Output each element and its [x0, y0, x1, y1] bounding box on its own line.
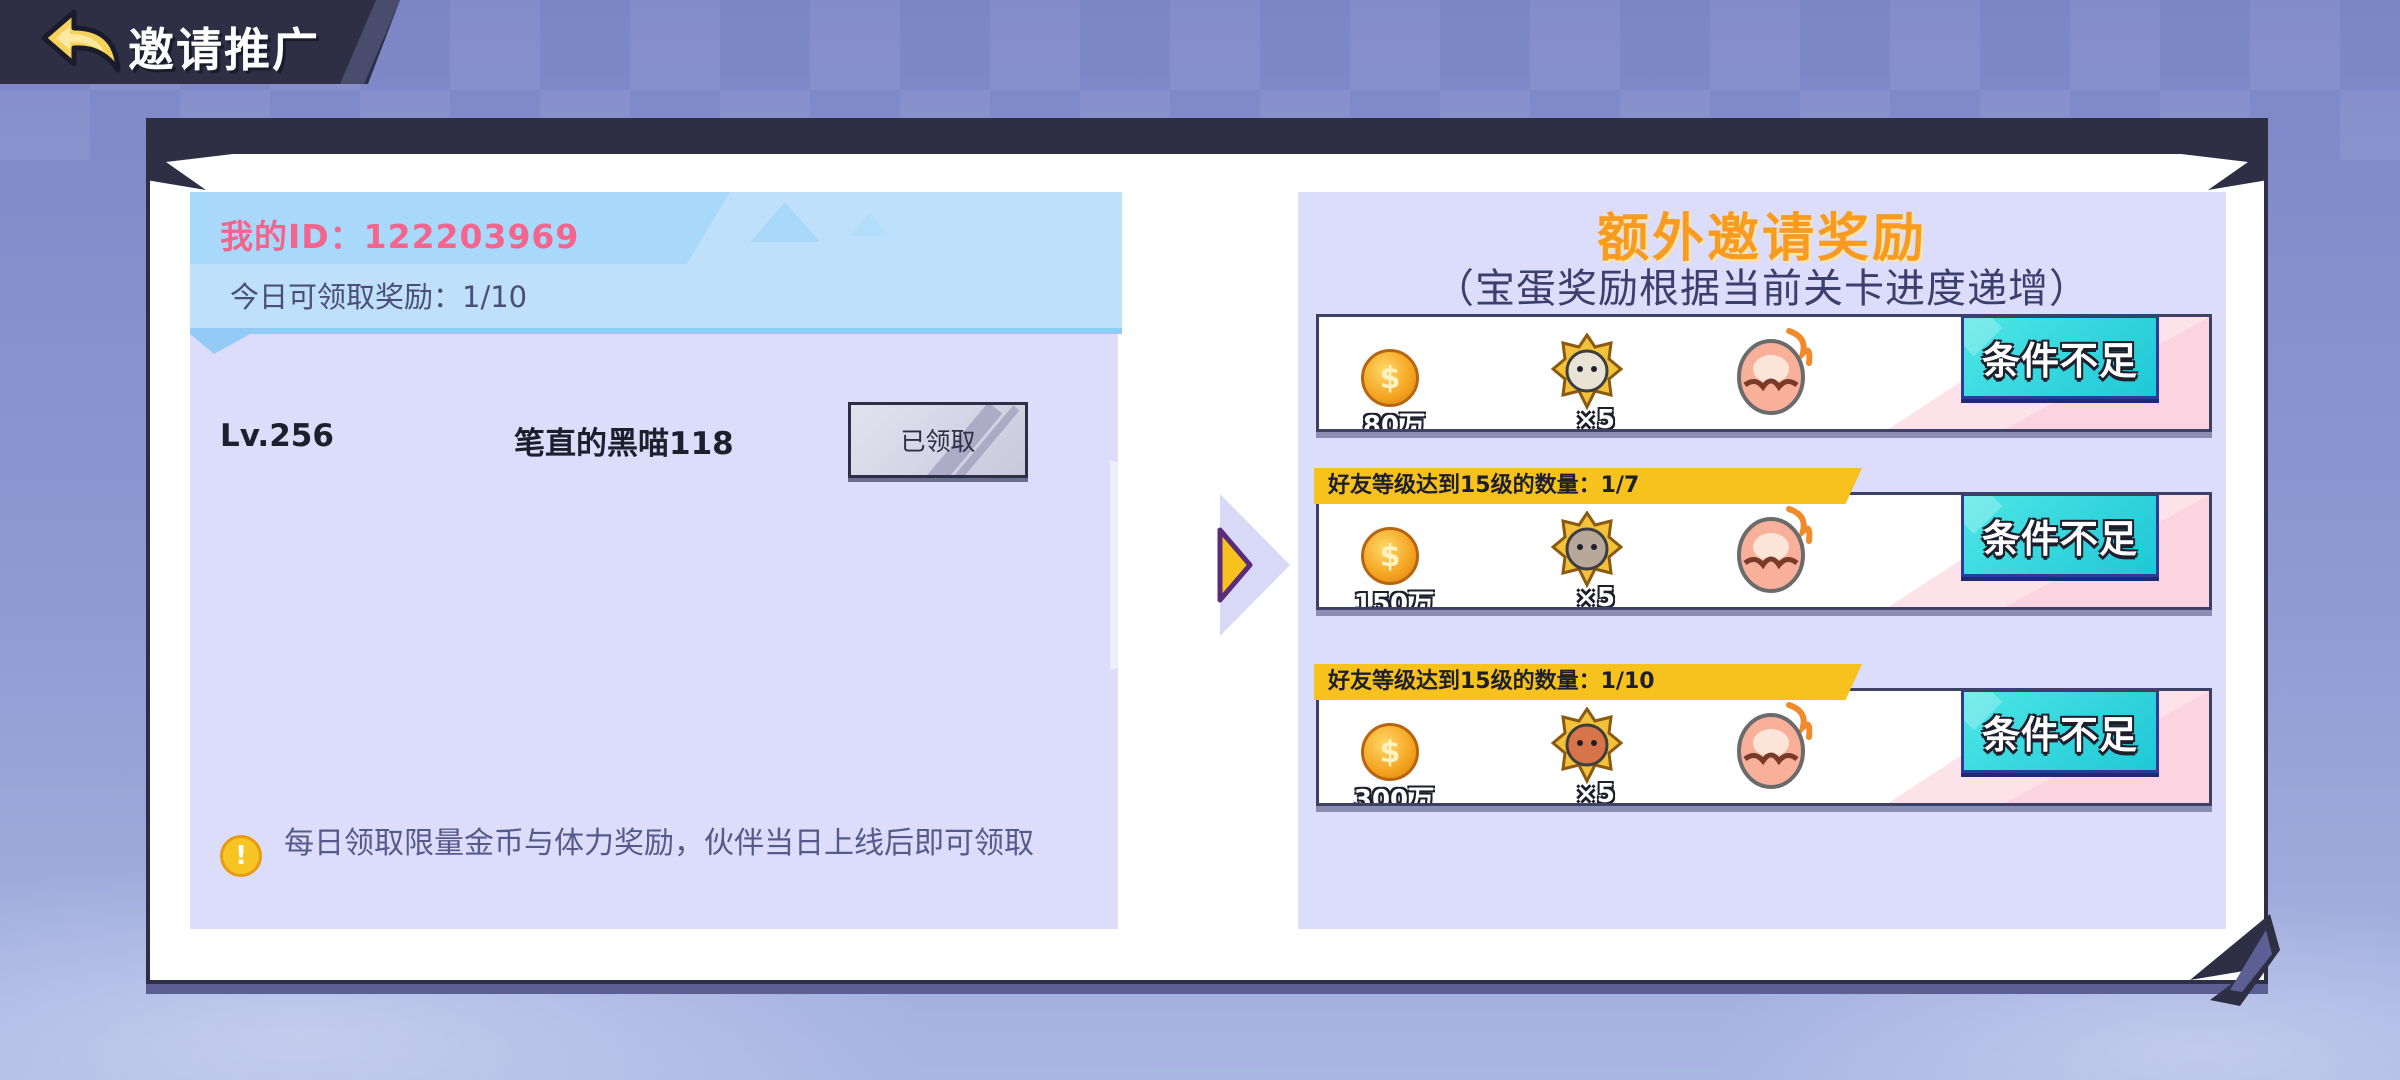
today-reward-count: 今日可领取奖励：1/10 [230, 280, 528, 314]
pet-badge-icon [1551, 707, 1623, 785]
coin-icon: $ [1361, 723, 1419, 781]
info-note: ! 每日领取限量金币与体力奖励，伙伴当日上线后即可领取 [220, 825, 1100, 877]
insufficient-condition-button[interactable]: 条件不足 [1961, 691, 2159, 773]
friend-row: Lv.256 笔直的黑喵118 已领取 [190, 402, 1118, 492]
exclamation-icon: ! [220, 835, 262, 877]
treasure-egg-icon [1737, 506, 1813, 593]
treasure-egg-icon [1737, 328, 1813, 415]
my-invites-panel: 我的ID：122203969 今日可领取奖励：1/10 Lv.256 笔直的黑喵… [190, 192, 1122, 929]
friend-level-condition: 好友等级达到15级的数量：1/7 [1314, 468, 1862, 504]
extra-rewards-panel: 额外邀请奖励 （宝蛋奖励根据当前关卡进度递增） $ 80万 ×5 条件不足 $ … [1298, 192, 2226, 929]
treasure-egg-icon [1737, 702, 1813, 789]
insufficient-condition-button[interactable]: 条件不足 [1961, 317, 2159, 399]
reward-card: $ 300万 ×5 条件不足 好友等级达到15级的数量：1/10 [1314, 664, 2214, 814]
page-title: 邀请推广 [128, 23, 320, 77]
extra-rewards-subtitle: （宝蛋奖励根据当前关卡进度递增） [1434, 266, 2090, 312]
my-id: 我的ID：122203969 [220, 217, 580, 256]
friend-level: Lv.256 [220, 418, 334, 454]
pet-badge-icon [1551, 511, 1623, 589]
pet-count: ×5 [1575, 779, 1615, 806]
title-bar: 邀请推广 [0, 0, 400, 84]
coin-amount: 80万 [1362, 411, 1426, 432]
insufficient-condition-button[interactable]: 条件不足 [1961, 495, 2159, 577]
coin-amount: 150万 [1353, 589, 1435, 610]
reward-card: $ 150万 ×5 条件不足 好友等级达到15级的数量：1/7 [1314, 468, 2214, 618]
reward-list[interactable]: $ 80万 ×5 条件不足 $ 150万 ×5 条件不足 好友等级达到15级的数… [1314, 314, 2216, 854]
insufficient-condition-label: 条件不足 [1981, 338, 2138, 383]
pet-count: ×5 [1575, 583, 1615, 610]
insufficient-condition-label: 条件不足 [1981, 516, 2138, 561]
pet-badge-icon [1551, 333, 1623, 411]
pet-count: ×5 [1575, 405, 1615, 432]
arrow-right-icon [1110, 460, 1290, 670]
claimed-button[interactable]: 已领取 [848, 402, 1028, 478]
friend-name: 笔直的黑喵118 [514, 426, 734, 462]
reward-card: $ 80万 ×5 条件不足 [1314, 314, 2214, 440]
coin-icon: $ [1361, 349, 1419, 407]
coin-icon: $ [1361, 527, 1419, 585]
coin-amount: 300万 [1353, 785, 1435, 806]
insufficient-condition-label: 条件不足 [1981, 712, 2138, 757]
back-arrow-icon[interactable] [36, 8, 126, 76]
info-note-text: 每日领取限量金币与体力奖励，伙伴当日上线后即可领取 [284, 826, 1034, 861]
claimed-button-label: 已领取 [900, 427, 976, 456]
id-banner: 我的ID：122203969 今日可领取奖励：1/10 [190, 192, 1122, 334]
friend-level-condition: 好友等级达到15级的数量：1/10 [1314, 664, 1862, 700]
